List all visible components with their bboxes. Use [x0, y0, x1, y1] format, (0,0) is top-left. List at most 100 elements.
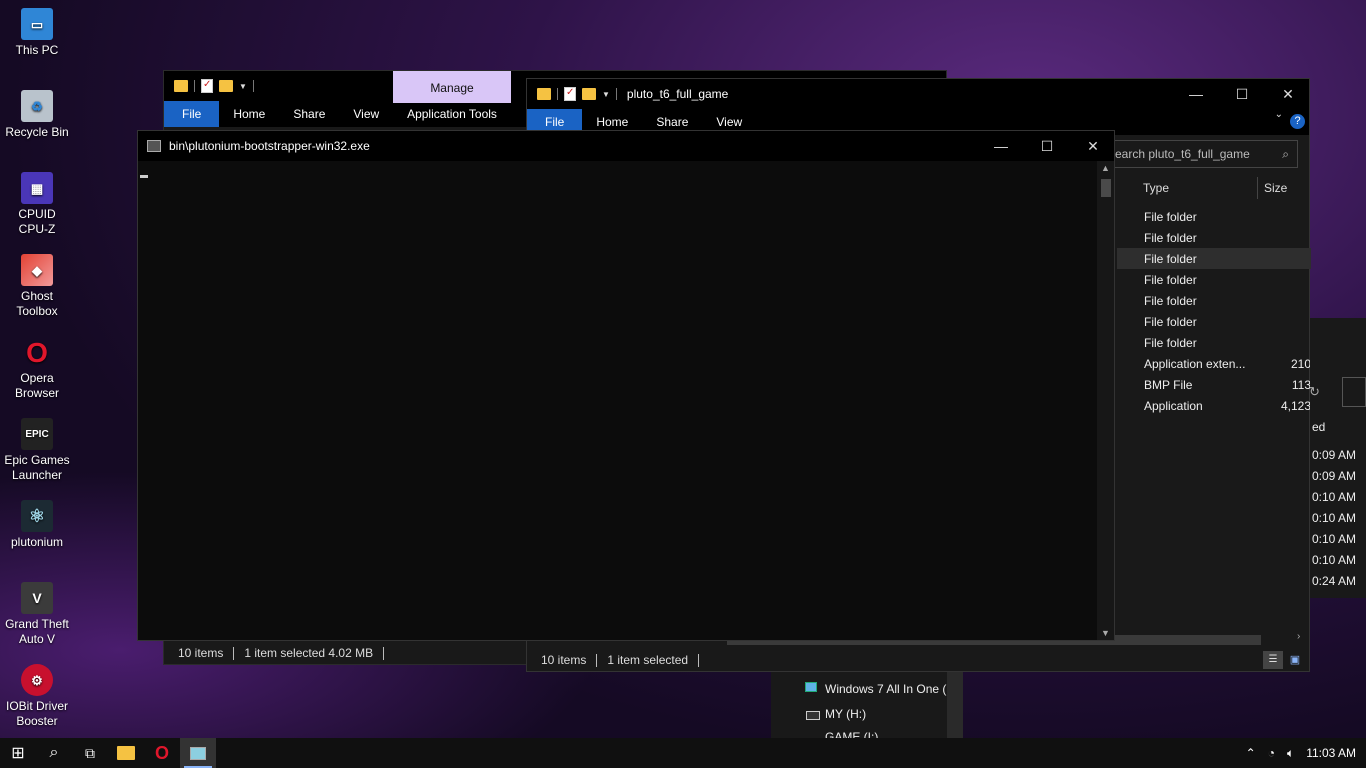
column-header-type[interactable]: Type [1143, 175, 1169, 201]
scroll-up-icon[interactable]: ▲ [1097, 163, 1114, 173]
scroll-right-icon[interactable]: › [1297, 631, 1300, 642]
divider [194, 80, 195, 92]
divider [596, 653, 598, 667]
table-row[interactable]: BMP File 113 [1117, 374, 1311, 395]
nav-item-windows7[interactable]: Windows 7 All In One ( [825, 682, 946, 696]
minimize-button[interactable]: — [978, 131, 1024, 161]
close-button[interactable]: ✕ [1070, 131, 1116, 161]
wifi-icon[interactable]: ◔ [1268, 746, 1275, 760]
search-icon[interactable]: ⌕ [1282, 141, 1289, 167]
desktop-icon-epic-games[interactable]: EPIC Epic Games Launcher [2, 418, 72, 483]
date-modified-value: 0:10 AM [1312, 490, 1357, 504]
toolbar-button[interactable] [1342, 377, 1366, 407]
folder-icon[interactable] [537, 88, 551, 100]
column-header-size[interactable]: Size [1264, 175, 1287, 201]
refresh-icon[interactable]: ↻ [1309, 384, 1320, 400]
console-icon [190, 746, 206, 760]
tab-view[interactable]: View [339, 101, 393, 127]
table-row[interactable]: File folder [1117, 269, 1311, 290]
properties-icon[interactable] [201, 79, 213, 93]
folder-icon [117, 746, 135, 760]
system-tray: ⌃ ◔ 🔈︎ 11:03 AM [1246, 738, 1366, 768]
window-title: bin\plutonium-bootstrapper-win32.exe [169, 139, 370, 153]
scrollbar-thumb[interactable] [1101, 179, 1111, 197]
close-button[interactable]: ✕ [1265, 79, 1311, 109]
console-taskbar-button[interactable] [180, 738, 216, 768]
desktop-icon-gta-v[interactable]: V Grand Theft Auto V [2, 582, 72, 647]
cpuz-icon: ▦ [21, 172, 53, 204]
table-row[interactable]: Application exten... 210 [1117, 353, 1311, 374]
opera-taskbar-button[interactable]: O [144, 738, 180, 768]
desktop-icon-opera[interactable]: O Opera Browser [2, 336, 72, 401]
vertical-scrollbar[interactable]: ▲ ▼ [1097, 161, 1114, 640]
desktop-icon-this-pc[interactable]: ▭ This PC [2, 8, 72, 58]
help-icon[interactable]: ? [1290, 114, 1305, 129]
desktop-icon-plutonium[interactable]: ⚛ plutonium [2, 500, 72, 550]
console-titlebar[interactable]: bin\plutonium-bootstrapper-win32.exe — ☐… [138, 131, 1114, 161]
desktop-icon-driver-booster[interactable]: ⚙ IOBit Driver Booster [2, 664, 72, 729]
divider [557, 88, 558, 100]
navigation-pane-peek[interactable]: Windows 7 All In One ( MY (H:) GAME (I:) [771, 672, 963, 744]
volume-icon[interactable]: 🔈︎ [1287, 746, 1294, 761]
ghost-toolbox-icon: ◆ [21, 254, 53, 286]
table-row-selected[interactable]: File folder [1117, 248, 1311, 269]
file-explorer-taskbar-button[interactable] [108, 738, 144, 768]
tab-share[interactable]: Share [279, 101, 339, 127]
nav-pane-scrollbar[interactable] [947, 672, 963, 738]
new-folder-icon[interactable] [219, 80, 233, 92]
table-row[interactable]: File folder [1117, 206, 1311, 227]
maximize-button[interactable]: ☐ [1219, 79, 1265, 109]
desktop-icon-ghost-toolbox[interactable]: ◆ Ghost Toolbox [2, 254, 72, 319]
large-icons-view-icon[interactable]: ▣ [1285, 651, 1305, 669]
task-view-icon[interactable]: ⧉ [72, 738, 108, 768]
chevron-up-icon[interactable]: ⌃ [1246, 746, 1256, 760]
search-icon[interactable]: ⌕ [36, 738, 72, 768]
properties-icon[interactable] [564, 87, 576, 101]
divider [383, 646, 385, 660]
tab-application-tools[interactable]: Application Tools [393, 103, 511, 125]
chevron-down-icon[interactable]: ▼ [602, 90, 610, 99]
scroll-down-icon[interactable]: ▼ [1097, 628, 1114, 638]
recycle-bin-icon: ♻ [21, 90, 53, 122]
tab-home[interactable]: Home [219, 101, 279, 127]
folder-icon[interactable] [174, 80, 188, 92]
desktop-icon-cpuz[interactable]: ▦ CPUID CPU-Z [2, 172, 72, 237]
table-row[interactable]: Application 4,123 [1117, 395, 1311, 416]
quick-access-toolbar: ▼ [164, 79, 254, 93]
ribbon-expand-icon[interactable]: ⌄ [1275, 109, 1283, 120]
status-selection: 1 item selected [607, 653, 689, 667]
clock[interactable]: 11:03 AM [1306, 746, 1356, 760]
tab-manage[interactable]: Manage [393, 71, 511, 103]
window-title: pluto_t6_full_game [626, 87, 729, 101]
search-input[interactable]: Search pluto_t6_full_game ⌕ [1102, 140, 1298, 168]
table-row[interactable]: File folder [1117, 311, 1311, 332]
date-modified-value: 0:10 AM [1312, 553, 1357, 567]
maximize-button[interactable]: ☐ [1024, 131, 1070, 161]
status-item-count: 10 items [178, 646, 224, 660]
date-modified-value: 0:24 AM [1312, 574, 1357, 588]
opera-icon: O [26, 336, 48, 368]
divider [698, 653, 700, 667]
date-modified-value: 0:09 AM [1312, 448, 1357, 462]
column-header-date-modified[interactable]: ed [1312, 420, 1325, 434]
console-window[interactable]: bin\plutonium-bootstrapper-win32.exe — ☐… [137, 130, 1115, 641]
new-folder-icon[interactable] [582, 88, 596, 100]
console-output[interactable] [138, 161, 1097, 640]
nav-item-my-drive[interactable]: MY (H:) [825, 707, 866, 721]
this-pc-icon: ▭ [21, 8, 53, 40]
drive-icon [805, 682, 817, 692]
divider [233, 646, 235, 660]
table-row[interactable]: File folder [1117, 227, 1311, 248]
table-row[interactable]: File folder [1117, 332, 1311, 353]
start-button[interactable]: ⊞ [0, 738, 36, 768]
divider [252, 80, 254, 92]
details-view-icon[interactable]: ☰ [1263, 651, 1283, 669]
minimize-button[interactable]: — [1173, 79, 1219, 109]
taskbar: ⊞ ⌕ ⧉ O ⌃ ◔ 🔈︎ 11:03 AM [0, 738, 1366, 768]
explorer-front-titlebar[interactable]: ▼ pluto_t6_full_game — ☐ ✕ [527, 79, 1309, 109]
chevron-down-icon[interactable]: ▼ [239, 82, 247, 91]
status-bar: 10 items 1 item selected ☰ ▣ [527, 649, 1309, 671]
table-row[interactable]: File folder [1117, 290, 1311, 311]
tab-file[interactable]: File [164, 101, 220, 127]
desktop-icon-recycle-bin[interactable]: ♻ Recycle Bin [2, 90, 72, 140]
